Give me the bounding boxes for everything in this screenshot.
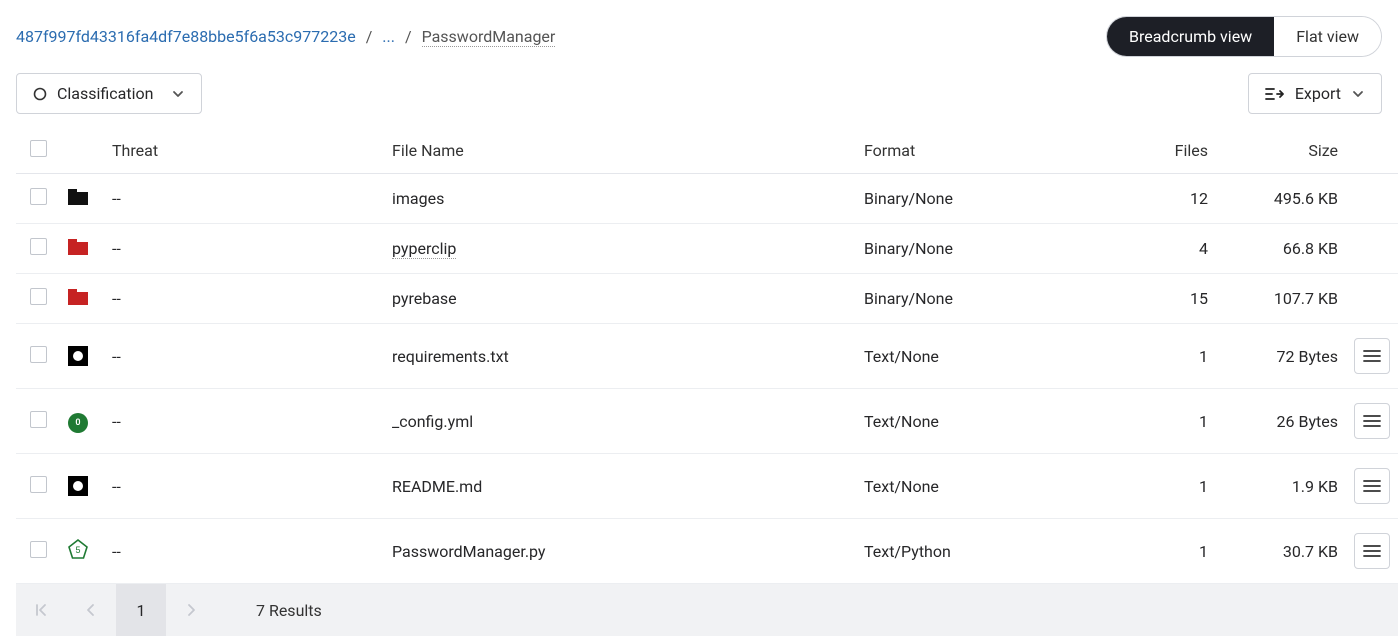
breadcrumb-separator: /	[405, 27, 412, 46]
row-actions-button[interactable]	[1354, 338, 1390, 374]
threat-value: --	[112, 477, 121, 496]
size-header[interactable]: Size	[1216, 128, 1346, 174]
format-value: Text/None	[864, 412, 939, 431]
format-value: Binary/None	[864, 239, 953, 258]
file-table: Threat File Name Format Files Size -- ima…	[16, 128, 1398, 584]
breadcrumb-separator: /	[366, 27, 373, 46]
threat-header[interactable]: Threat	[104, 128, 384, 174]
format-value: Text/None	[864, 347, 939, 366]
file-icon	[68, 476, 88, 496]
row-checkbox[interactable]	[30, 541, 47, 558]
status-badge-icon: 0	[68, 413, 88, 433]
size-value: 495.6 KB	[1274, 189, 1338, 208]
file-name-link[interactable]: pyrebase	[392, 289, 457, 308]
breadcrumb: 487f997fd43316fa4df7e88bbe5f6a53c977223e…	[16, 27, 555, 47]
format-header[interactable]: Format	[856, 128, 1136, 174]
export-icon	[1265, 86, 1285, 102]
threat-value: --	[112, 542, 121, 561]
breadcrumb-current[interactable]: PasswordManager	[422, 27, 556, 47]
chevron-down-icon	[171, 87, 185, 101]
table-row: -- requirements.txt Text/None 1 72 Bytes	[16, 324, 1398, 389]
page-number[interactable]: 1	[116, 584, 166, 636]
pagination: 1 7 Results	[16, 584, 1398, 636]
table-row: -- README.md Text/None 1 1.9 KB	[16, 454, 1398, 519]
table-row: -- pyperclip Binary/None 4 66.8 KB	[16, 224, 1398, 274]
file-name-link[interactable]: images	[392, 189, 444, 208]
files-header[interactable]: Files	[1136, 128, 1216, 174]
prev-page-button[interactable]	[66, 584, 116, 636]
files-value: 12	[1190, 189, 1208, 208]
threat-value: --	[112, 239, 121, 258]
threat-value: --	[112, 347, 121, 366]
row-checkbox[interactable]	[30, 346, 47, 363]
size-value: 1.9 KB	[1292, 477, 1338, 496]
breadcrumb-root-hash[interactable]: 487f997fd43316fa4df7e88bbe5f6a53c977223e	[16, 27, 356, 46]
folder-icon	[68, 189, 88, 205]
files-value: 1	[1199, 477, 1208, 496]
size-value: 72 Bytes	[1277, 347, 1338, 366]
score-badge-icon: 5	[68, 539, 88, 559]
files-value: 4	[1199, 239, 1208, 258]
size-value: 30.7 KB	[1283, 542, 1338, 561]
size-value: 26 Bytes	[1277, 412, 1338, 431]
format-value: Binary/None	[864, 289, 953, 308]
first-page-button[interactable]	[16, 584, 66, 636]
breadcrumb-view-tab[interactable]: Breadcrumb view	[1107, 17, 1274, 56]
classification-filter[interactable]: Classification	[16, 73, 202, 114]
format-value: Text/Python	[864, 542, 951, 561]
file-name-link[interactable]: pyperclip	[392, 239, 456, 259]
threat-value: --	[112, 189, 121, 208]
file-name-link[interactable]: _config.yml	[392, 412, 473, 431]
filename-header[interactable]: File Name	[384, 128, 856, 174]
row-actions-button[interactable]	[1354, 403, 1390, 439]
file-name-link[interactable]: README.md	[392, 477, 482, 496]
svg-text:5: 5	[75, 545, 80, 555]
select-all-checkbox[interactable]	[30, 140, 47, 157]
table-row: 0 -- _config.yml Text/None 1 26 Bytes	[16, 389, 1398, 454]
export-button[interactable]: Export	[1248, 73, 1382, 114]
table-row: 5 -- PasswordManager.py Text/Python 1 30.7 KB	[16, 519, 1398, 584]
breadcrumb-ellipsis[interactable]: ...	[382, 27, 395, 46]
row-checkbox[interactable]	[30, 238, 47, 255]
files-value: 1	[1199, 347, 1208, 366]
circle-icon	[33, 87, 47, 101]
file-name-link[interactable]: requirements.txt	[392, 347, 509, 366]
row-checkbox[interactable]	[30, 288, 47, 305]
table-row: -- pyrebase Binary/None 15 107.7 KB	[16, 274, 1398, 324]
size-value: 107.7 KB	[1274, 289, 1338, 308]
row-actions-button[interactable]	[1354, 468, 1390, 504]
files-value: 1	[1199, 542, 1208, 561]
results-count: 7 Results	[216, 601, 322, 620]
file-icon	[68, 346, 88, 366]
files-value: 1	[1199, 412, 1208, 431]
chevron-down-icon	[1351, 87, 1365, 101]
view-toggle: Breadcrumb view Flat view	[1106, 16, 1382, 57]
format-value: Binary/None	[864, 189, 953, 208]
flat-view-tab[interactable]: Flat view	[1274, 17, 1381, 56]
table-row: -- images Binary/None 12 495.6 KB	[16, 174, 1398, 224]
classification-label: Classification	[57, 84, 153, 103]
row-checkbox[interactable]	[30, 476, 47, 493]
folder-icon	[68, 289, 88, 305]
size-value: 66.8 KB	[1283, 239, 1338, 258]
row-actions-button[interactable]	[1354, 533, 1390, 569]
row-checkbox[interactable]	[30, 411, 47, 428]
files-value: 15	[1190, 289, 1208, 308]
file-name-link[interactable]: PasswordManager.py	[392, 542, 546, 561]
row-checkbox[interactable]	[30, 188, 47, 205]
threat-value: --	[112, 289, 121, 308]
threat-value: --	[112, 412, 121, 431]
format-value: Text/None	[864, 477, 939, 496]
export-label: Export	[1295, 84, 1341, 103]
folder-icon	[68, 239, 88, 255]
next-page-button[interactable]	[166, 584, 216, 636]
